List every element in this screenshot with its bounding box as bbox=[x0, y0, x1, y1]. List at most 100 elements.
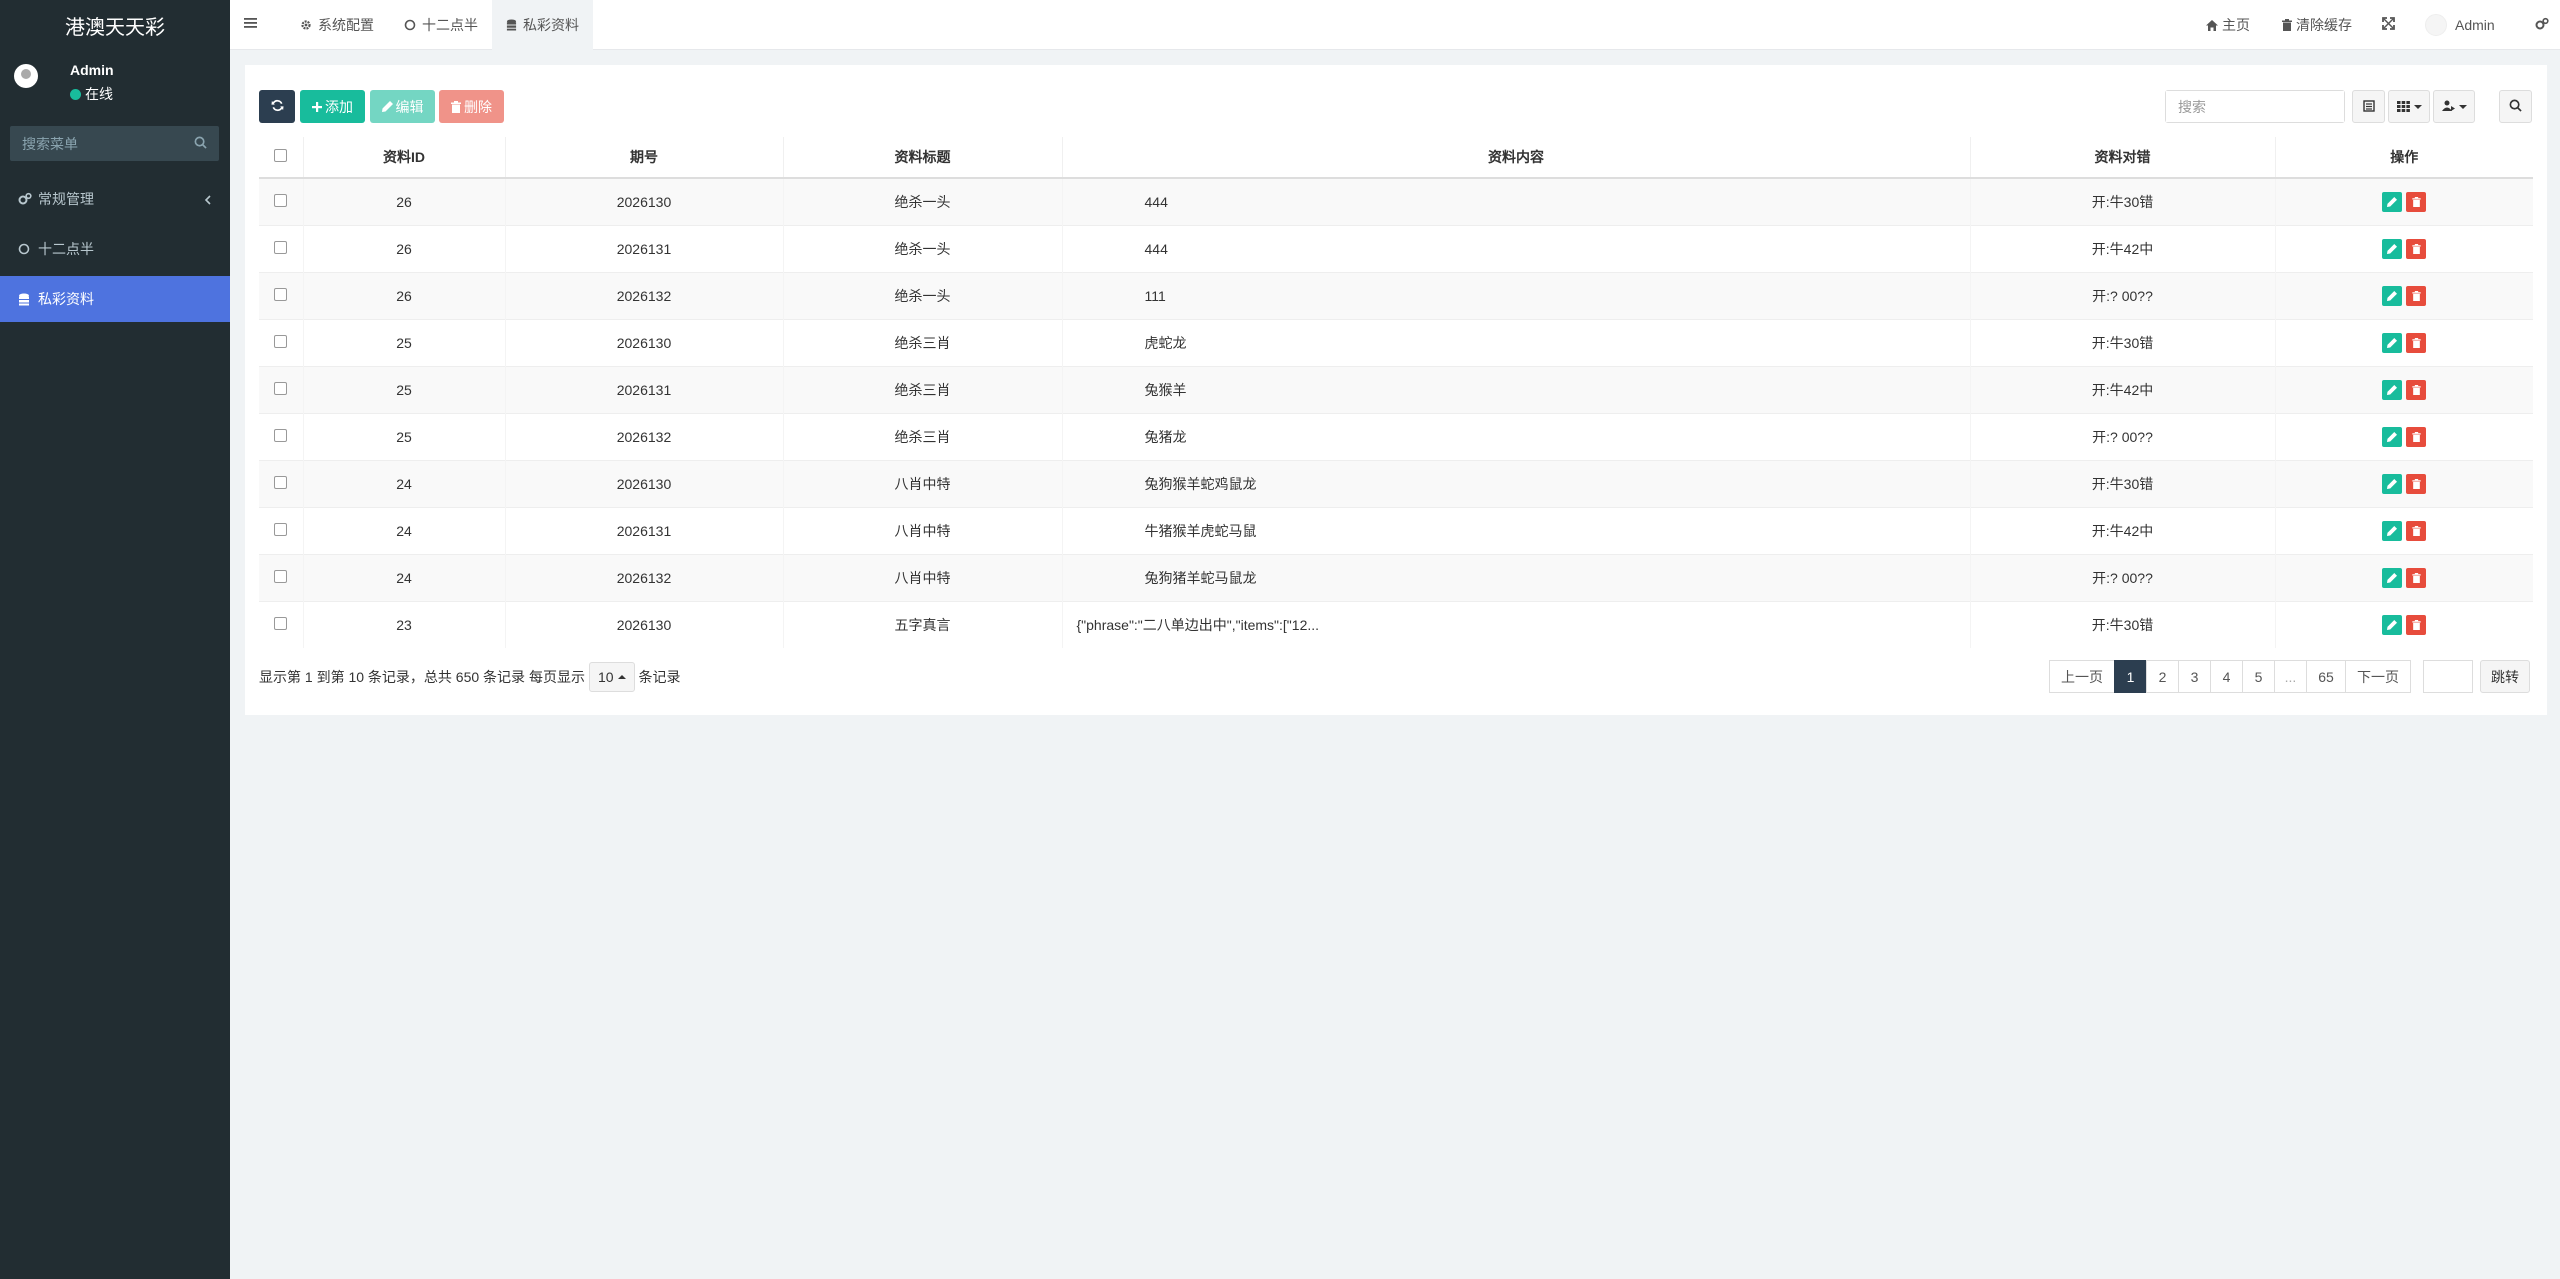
page-button[interactable]: 4 bbox=[2210, 660, 2243, 693]
page-size-dropdown[interactable]: 10 bbox=[588, 662, 635, 692]
row-select-cell bbox=[259, 459, 303, 507]
column-header[interactable]: 资料内容 bbox=[1061, 137, 1970, 179]
tab-twelve-half[interactable]: 十二点半 bbox=[390, 0, 492, 50]
admin-menu[interactable]: Admin bbox=[2425, 0, 2495, 50]
row-edit-button[interactable] bbox=[2382, 238, 2403, 259]
row-checkbox[interactable] bbox=[274, 381, 288, 395]
table-row[interactable]: 26 2026131 绝杀一头 444 开:牛42中 bbox=[259, 224, 2533, 272]
row-delete-button[interactable] bbox=[2406, 426, 2427, 447]
fullscreen-button[interactable] bbox=[2382, 0, 2395, 50]
chevron-left-icon bbox=[204, 192, 212, 208]
table-search-input[interactable] bbox=[2166, 91, 2344, 122]
add-button[interactable]: 添加 bbox=[300, 90, 365, 123]
refresh-button[interactable] bbox=[259, 90, 295, 123]
row-delete-button[interactable] bbox=[2406, 285, 2427, 306]
row-checkbox[interactable] bbox=[274, 287, 288, 301]
table-row[interactable]: 25 2026132 绝杀三肖 兔猪龙 开:? 00?? bbox=[259, 412, 2533, 460]
row-delete-button[interactable] bbox=[2406, 238, 2427, 259]
table-row[interactable]: 26 2026130 绝杀一头 444 开:牛30错 bbox=[259, 177, 2533, 225]
row-checkbox[interactable] bbox=[274, 334, 288, 348]
row-edit-button[interactable] bbox=[2382, 473, 2403, 494]
row-delete-button[interactable] bbox=[2406, 567, 2427, 588]
row-edit-button[interactable] bbox=[2382, 332, 2403, 353]
trash-icon bbox=[2412, 431, 2421, 442]
tab-system-config[interactable]: 系统配置 bbox=[286, 0, 388, 50]
toggle-view-button[interactable] bbox=[2352, 90, 2385, 123]
page-button[interactable]: 65 bbox=[2306, 660, 2346, 693]
page-button[interactable]: 2 bbox=[2146, 660, 2179, 693]
sidebar-item-general[interactable]: 常规管理 bbox=[0, 174, 230, 224]
export-dropdown-button[interactable] bbox=[2433, 90, 2475, 123]
delete-button[interactable]: 删除 bbox=[439, 90, 504, 123]
pencil-icon bbox=[2387, 572, 2398, 583]
table-row[interactable]: 26 2026132 绝杀一头 111 开:? 00?? bbox=[259, 271, 2533, 319]
clear-cache-link[interactable]: 清除缓存 bbox=[2282, 0, 2352, 50]
select-all-checkbox[interactable] bbox=[274, 149, 288, 162]
data-table: 资料ID 期号 资料标题 资料内容 资料对错 操作 26 2026130 绝杀一头 4… bbox=[259, 137, 2533, 648]
row-checkbox[interactable] bbox=[274, 569, 288, 583]
row-delete-button[interactable] bbox=[2406, 191, 2427, 212]
row-delete-button[interactable] bbox=[2406, 520, 2427, 541]
column-header[interactable]: 期号 bbox=[504, 137, 783, 179]
cell-id: 23 bbox=[302, 600, 505, 648]
row-edit-button[interactable] bbox=[2382, 567, 2403, 588]
menu-toggle-icon[interactable] bbox=[244, 16, 258, 32]
table-row[interactable]: 24 2026130 八肖中特 兔狗猴羊蛇鸡鼠龙 开:牛30错 bbox=[259, 459, 2533, 507]
row-edit-button[interactable] bbox=[2382, 191, 2403, 212]
edit-button[interactable]: 编辑 bbox=[370, 90, 435, 123]
pagination: 上一页 1 2 3 4 5 ... 65 下一页 bbox=[2049, 660, 2411, 693]
row-checkbox[interactable] bbox=[274, 240, 288, 254]
home-icon bbox=[2206, 19, 2218, 31]
settings-button[interactable] bbox=[2535, 0, 2549, 50]
sidebar-item-twelve-half[interactable]: 十二点半 bbox=[0, 224, 230, 274]
row-delete-button[interactable] bbox=[2406, 614, 2427, 635]
cell-actions bbox=[2274, 553, 2533, 601]
row-edit-button[interactable] bbox=[2382, 426, 2403, 447]
page-button[interactable]: 3 bbox=[2178, 660, 2211, 693]
home-link[interactable]: 主页 bbox=[2206, 0, 2250, 50]
sidebar-search-input[interactable] bbox=[10, 126, 219, 161]
table-row[interactable]: 25 2026130 绝杀三肖 虎蛇龙 开:牛30错 bbox=[259, 318, 2533, 366]
trash-icon bbox=[2412, 525, 2421, 536]
pencil-icon bbox=[2387, 525, 2398, 536]
row-delete-button[interactable] bbox=[2406, 379, 2427, 400]
jump-page-input[interactable] bbox=[2423, 660, 2473, 693]
columns-dropdown-button[interactable] bbox=[2388, 90, 2430, 123]
row-checkbox[interactable] bbox=[274, 428, 288, 442]
row-delete-button[interactable] bbox=[2406, 332, 2427, 353]
column-header[interactable]: 资料ID bbox=[302, 137, 505, 179]
main-panel: 添加 编辑 删除 搜索 资料ID 期号 资料标题 资料内容 资料对错 操作 26… bbox=[245, 65, 2547, 715]
jump-button[interactable]: 跳转 bbox=[2480, 660, 2530, 693]
table-row[interactable]: 23 2026130 五字真言 {"phrase":"二八单边出中","items":… bbox=[259, 600, 2533, 648]
page-button[interactable]: 5 bbox=[2242, 660, 2275, 693]
row-checkbox[interactable] bbox=[274, 475, 288, 489]
row-edit-button[interactable] bbox=[2382, 379, 2403, 400]
row-select-cell bbox=[259, 412, 303, 460]
row-checkbox[interactable] bbox=[274, 522, 288, 536]
next-page-button[interactable]: 下一页 bbox=[2345, 660, 2411, 693]
advanced-search-button[interactable] bbox=[2499, 90, 2532, 123]
list-view-icon bbox=[2362, 99, 2375, 115]
app-logo[interactable]: 港澳天天彩 bbox=[0, 0, 230, 50]
cell-content: 111 bbox=[1061, 271, 1970, 319]
prev-page-button[interactable]: 上一页 bbox=[2049, 660, 2115, 693]
column-header[interactable]: 资料标题 bbox=[782, 137, 1062, 179]
tab-label: 十二点半 bbox=[422, 17, 478, 33]
cell-actions bbox=[2274, 318, 2533, 366]
row-checkbox[interactable] bbox=[274, 193, 288, 207]
row-delete-button[interactable] bbox=[2406, 473, 2427, 494]
search-icon[interactable] bbox=[194, 136, 207, 152]
column-header[interactable]: 资料对错 bbox=[1969, 137, 2275, 179]
page-button[interactable]: 1 bbox=[2114, 660, 2147, 693]
table-row[interactable]: 24 2026132 八肖中特 兔狗猪羊蛇马鼠龙 开:? 00?? bbox=[259, 553, 2533, 601]
sidebar-item-private-data[interactable]: 私彩资料 bbox=[0, 276, 230, 322]
row-edit-button[interactable] bbox=[2382, 520, 2403, 541]
cell-result: 开:牛30错 bbox=[1969, 318, 2275, 366]
table-row[interactable]: 24 2026131 八肖中特 牛猪猴羊虎蛇马鼠 开:牛42中 bbox=[259, 506, 2533, 554]
tab-private-data[interactable]: 私彩资料 bbox=[492, 0, 593, 50]
row-edit-button[interactable] bbox=[2382, 285, 2403, 306]
table-row[interactable]: 25 2026131 绝杀三肖 兔猴羊 开:牛42中 bbox=[259, 365, 2533, 413]
row-checkbox[interactable] bbox=[274, 616, 288, 630]
row-edit-button[interactable] bbox=[2382, 614, 2403, 635]
grid-icon bbox=[2396, 99, 2410, 115]
